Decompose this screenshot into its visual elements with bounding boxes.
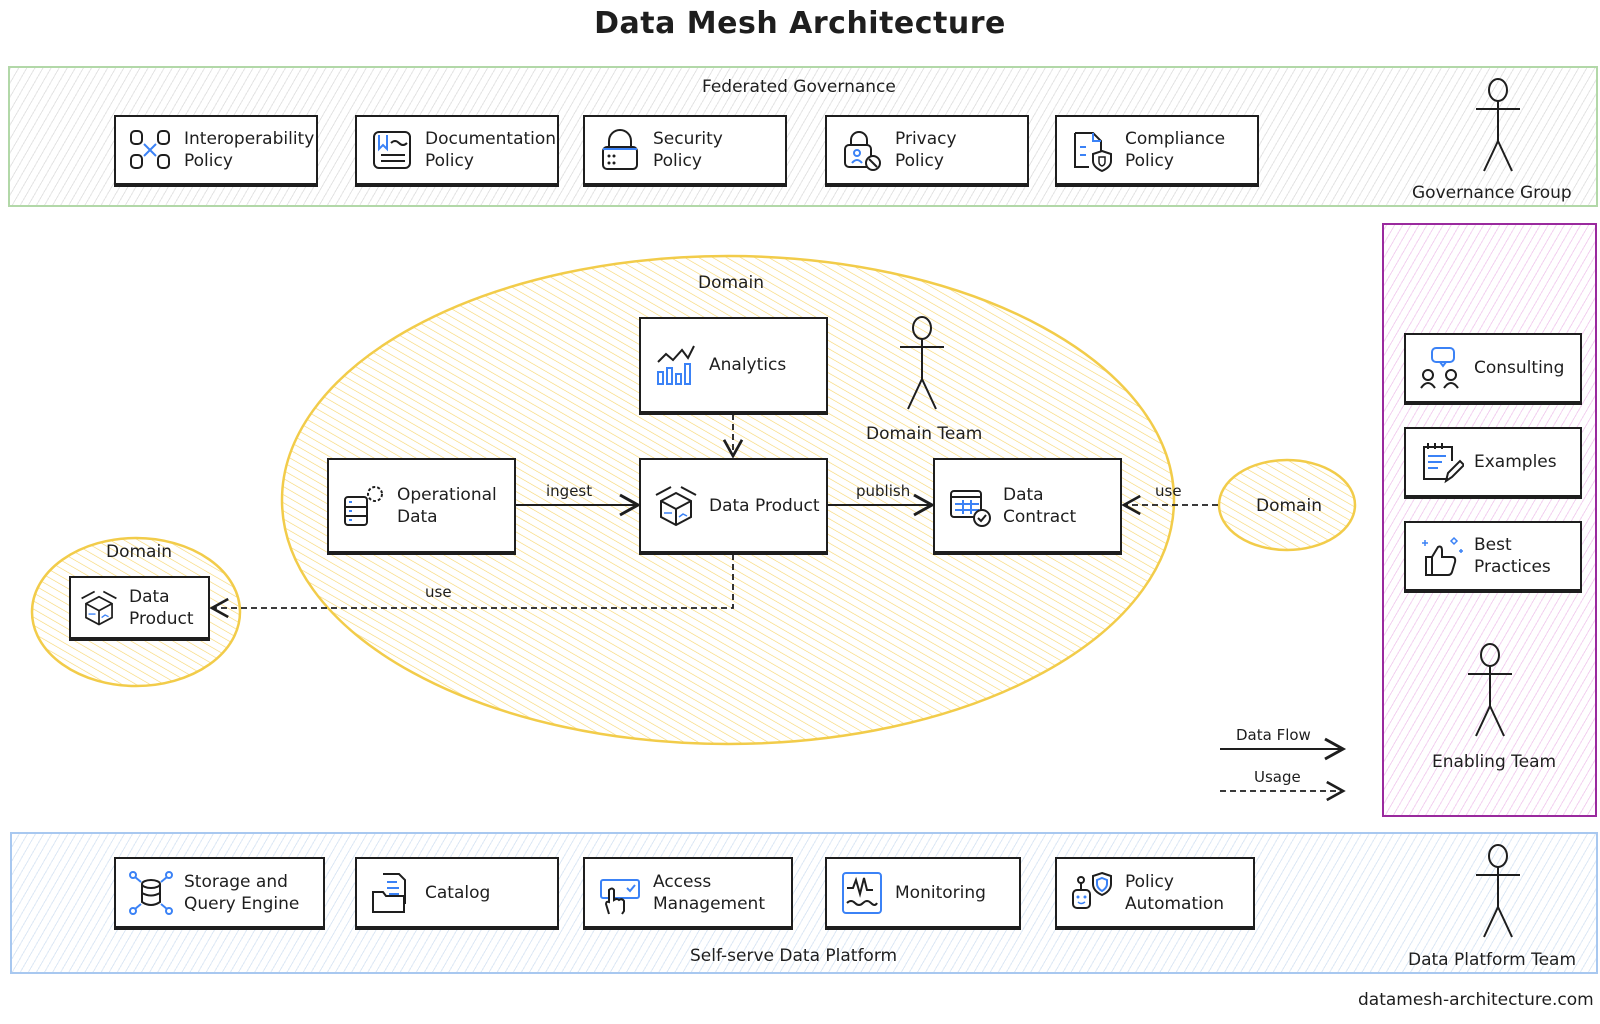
examples-card[interactable]: Examples [1404,427,1582,497]
domain-left-label: Domain [106,542,172,562]
analytics-chart-icon [657,345,695,385]
consulting-icon [1420,347,1459,389]
catalog-icon [372,872,406,913]
footer-link[interactable]: datamesh-architecture.com [1358,990,1594,1010]
catalog-card[interactable]: Catalog [355,857,559,928]
monitoring-card[interactable]: Monitoring [825,857,1021,928]
card-label: Catalog [425,882,491,903]
enabling-team-actor-icon [1468,643,1512,737]
card-label: Access Management [653,871,765,914]
card-label: Consulting [1474,358,1565,378]
contract-table-icon [950,489,991,527]
robot-shield-icon [1072,871,1112,909]
card-label: Data Contract [1003,484,1077,527]
card-label: Data Product [709,495,820,516]
domain-main-label: Domain [698,273,764,293]
operational-data-icon [344,485,383,526]
card-label: Policy Automation [1125,871,1225,914]
thumbs-up-icon [1422,536,1463,576]
storage-icon [129,870,173,915]
card-label: Best Practices [1474,535,1551,577]
domain-team-label: Domain Team [866,424,983,444]
box-icon [81,590,117,626]
legend-data-flow-label: Data Flow [1236,726,1311,744]
policy-automation-card[interactable]: Policy Automation [1055,857,1255,928]
data-product-card[interactable]: Data Product [639,458,828,553]
card-label: Monitoring [895,882,986,903]
left-data-product-card[interactable]: Data Product [69,576,210,639]
card-label: Data Product [129,586,194,629]
publish-label: publish [856,482,911,500]
card-label: Examples [1474,452,1557,472]
platform-label: Self-serve Data Platform [690,946,898,966]
access-management-card[interactable]: Access Management [583,857,793,928]
card-label: Operational Data [397,484,497,527]
data-platform-team-label: Data Platform Team [1408,950,1577,970]
operational-data-card[interactable]: Operational Data [327,458,516,553]
ingest-label: ingest [546,482,593,500]
box-icon [655,485,697,526]
legend-usage-label: Usage [1254,768,1301,786]
card-label: Storage and Query Engine [184,871,300,914]
consulting-card[interactable]: Consulting [1404,333,1582,403]
domain-team-actor-icon [900,316,944,410]
enabling-team-label: Enabling Team [1432,752,1557,772]
card-label: Analytics [709,355,787,375]
data-contract-card[interactable]: Data Contract [933,458,1122,553]
best-practices-card[interactable]: Best Practices [1404,521,1582,591]
domain-right-label: Domain [1256,496,1322,516]
storage-query-engine-card[interactable]: Storage and Query Engine [114,857,325,928]
use-right-label: use [1155,482,1182,500]
use-left-label: use [425,583,452,601]
access-icon [600,878,640,915]
monitoring-icon [842,871,882,914]
data-platform-team-actor-icon [1476,844,1520,938]
analytics-card[interactable]: Analytics [639,317,828,413]
notepad-icon [1423,443,1464,484]
